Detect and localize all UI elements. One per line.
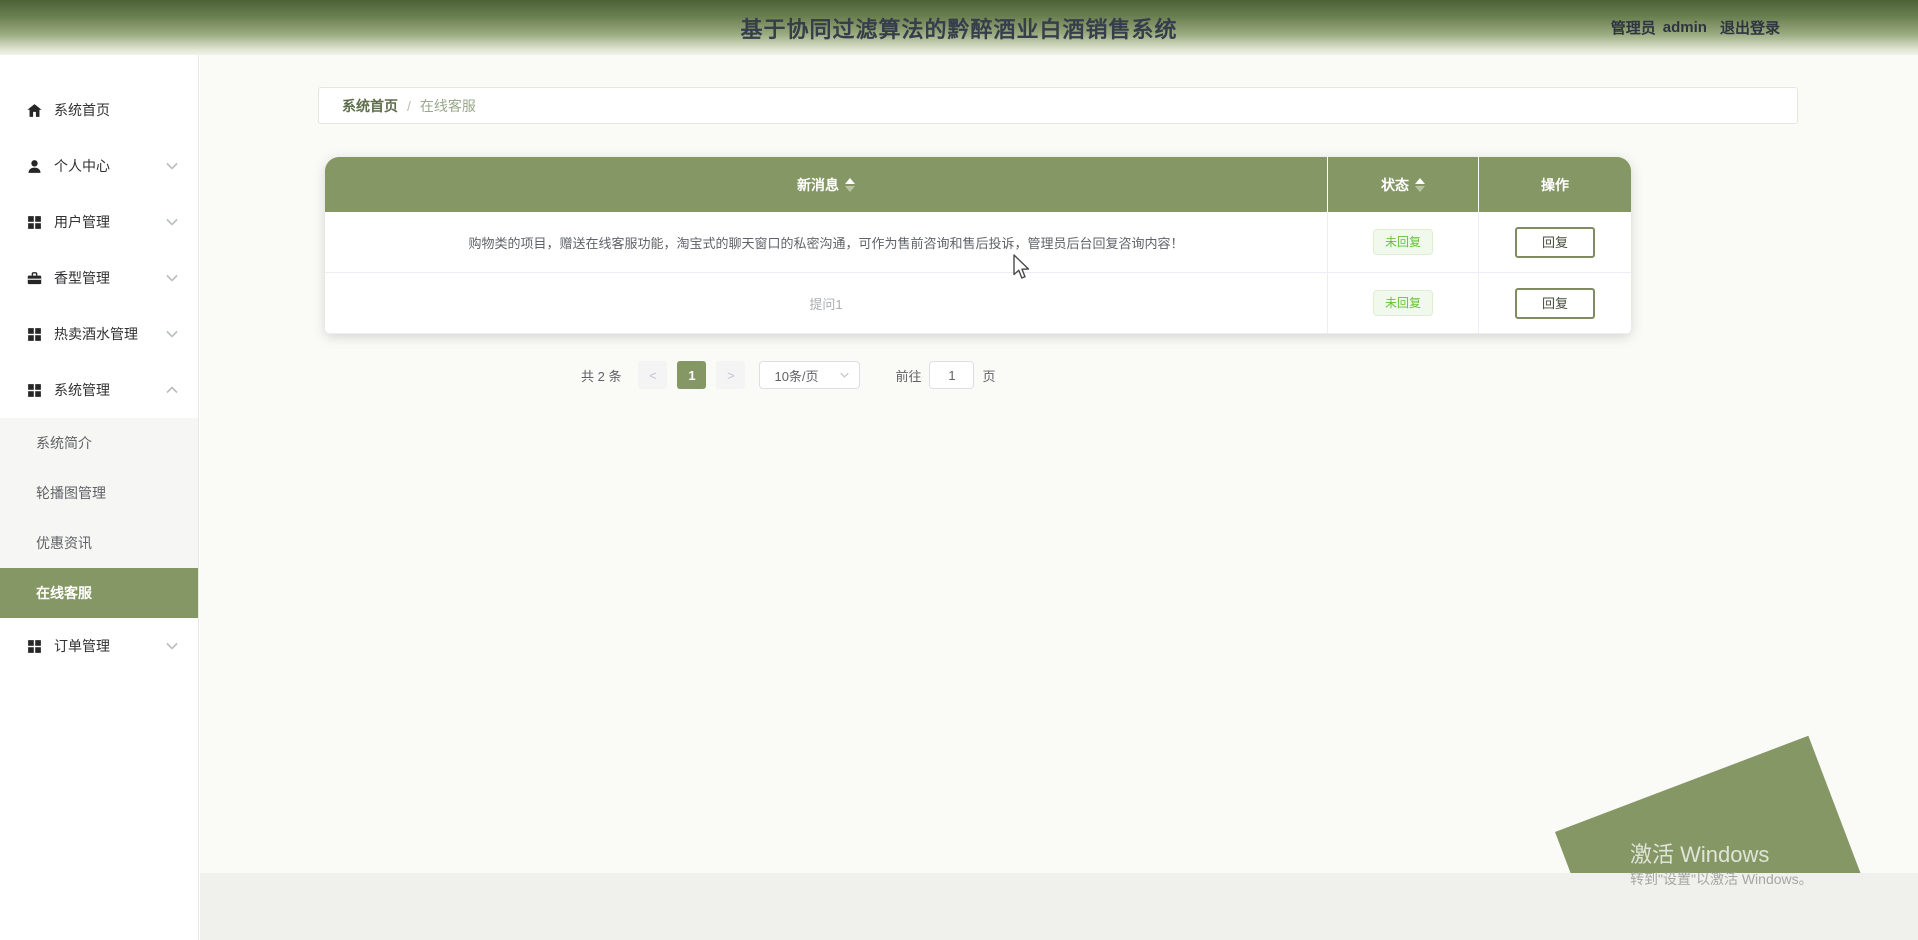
prev-arrow-icon: < [649,367,657,383]
messages-table: 新消息 状态 操作 购物类的项目，赠送在线客服功能，淘宝式的聊天窗口的私密沟通，… [325,157,1631,334]
action-cell: 回复 [1479,212,1631,272]
submenu-item-label: 优惠资讯 [36,535,92,551]
column-header-label: 操作 [1541,176,1569,193]
sidebar: 系统首页 个人中心 用户管理 香型管理 热卖酒水管理 系统管理 系统简介 轮播图… [0,55,199,940]
breadcrumb-current: 在线客服 [419,97,476,114]
column-header-message[interactable]: 新消息 [325,157,1328,212]
sidebar-item-users[interactable]: 用户管理 [0,194,198,250]
app-header: 基于协同过滤算法的黔醉酒业白酒销售系统 管理员 admin 退出登录 [0,0,1918,55]
sidebar-subitem-online-service[interactable]: 在线客服 [0,568,198,618]
header-user-area: 管理员 admin 退出登录 [1611,0,1780,55]
column-header-label: 状态 [1381,176,1409,193]
breadcrumb-separator: / [407,97,411,114]
pagination-total: 共 2 条 [581,368,622,384]
chevron-up-icon [166,386,178,394]
goto-label: 前往 [895,368,922,384]
sort-icon[interactable] [1415,177,1425,192]
chevron-down-icon [166,642,178,650]
table-row: 购物类的项目，赠送在线客服功能，淘宝式的聊天窗口的私密沟通，可作为售前咨询和售后… [325,212,1631,273]
chevron-down-icon [166,330,178,338]
message-cell: 提问1 [325,273,1328,333]
page-number-button[interactable]: 1 [677,361,707,389]
column-header-label: 新消息 [797,176,839,193]
mouse-cursor [1012,254,1031,285]
action-cell: 回复 [1479,273,1631,333]
grid-icon [26,326,43,343]
sidebar-item-system[interactable]: 系统管理 [0,362,198,418]
column-header-action: 操作 [1479,157,1631,212]
table-row: 提问1 未回复 回复 [325,273,1631,334]
watermark-line2: 转到"设置"以激活 Windows。 [1630,871,1813,888]
sidebar-item-orders[interactable]: 订单管理 [0,618,198,674]
sidebar-item-label: 香型管理 [54,270,110,286]
sidebar-item-home[interactable]: 系统首页 [0,82,198,138]
prev-page-button[interactable]: < [638,361,668,389]
page-unit-label: 页 [982,368,996,384]
chevron-down-icon [166,218,178,226]
goto-page-group: 前往 页 [895,361,996,389]
breadcrumb: 系统首页 / 在线客服 [318,87,1798,124]
chevron-down-icon [166,274,178,282]
sidebar-subitem-system-intro[interactable]: 系统简介 [0,418,198,468]
grid-icon [26,638,43,655]
chevron-down-icon [840,371,850,380]
column-header-status[interactable]: 状态 [1328,157,1479,212]
grid-icon [26,382,43,399]
sidebar-item-label: 系统管理 [54,382,110,398]
sidebar-item-profile[interactable]: 个人中心 [0,138,198,194]
reply-button[interactable]: 回复 [1514,226,1595,258]
pagination: 共 2 条 < 1 > 10条/页 前往 页 [581,361,996,389]
grid-icon [26,214,43,231]
home-icon [26,102,43,119]
watermark-line1: 激活 Windows [1630,842,1770,867]
message-cell: 购物类的项目，赠送在线客服功能，淘宝式的聊天窗口的私密沟通，可作为售前咨询和售后… [325,212,1328,272]
sidebar-item-label: 系统首页 [54,102,110,118]
status-badge: 未回复 [1372,290,1433,316]
status-cell: 未回复 [1328,212,1479,272]
logout-link[interactable]: 退出登录 [1720,17,1780,38]
page-size-value: 10条/页 [774,368,819,384]
briefcase-icon [26,270,43,287]
submenu-item-label: 系统简介 [36,435,92,451]
status-badge: 未回复 [1372,229,1433,255]
user-role-label: 管理员 [1610,20,1656,37]
system-submenu: 系统简介 轮播图管理 优惠资讯 在线客服 [0,418,198,618]
user-icon [26,158,43,175]
next-page-button[interactable]: > [716,361,746,389]
status-cell: 未回复 [1328,273,1479,333]
reply-button[interactable]: 回复 [1514,287,1595,319]
sidebar-subitem-promo-news[interactable]: 优惠资讯 [0,518,198,568]
sidebar-item-hot-drinks[interactable]: 热卖酒水管理 [0,306,198,362]
page-size-select[interactable]: 10条/页 [759,361,861,389]
sort-icon[interactable] [845,177,855,192]
username-label: admin [1662,19,1707,36]
goto-page-input[interactable] [929,361,975,389]
table-header-row: 新消息 状态 操作 [325,157,1631,212]
next-arrow-icon: > [727,367,735,383]
sidebar-item-label: 用户管理 [54,214,110,230]
windows-activation-watermark: 激活 Windows 转到"设置"以激活 Windows。 [1630,842,1813,888]
chevron-down-icon [166,162,178,170]
submenu-item-label: 在线客服 [36,585,92,601]
submenu-item-label: 轮播图管理 [36,485,106,501]
sidebar-item-label: 热卖酒水管理 [54,326,138,342]
breadcrumb-home[interactable]: 系统首页 [342,96,398,116]
sidebar-subitem-carousel[interactable]: 轮播图管理 [0,468,198,518]
sidebar-item-aroma[interactable]: 香型管理 [0,250,198,306]
sidebar-item-label: 个人中心 [54,158,110,174]
sidebar-item-label: 订单管理 [54,638,110,654]
